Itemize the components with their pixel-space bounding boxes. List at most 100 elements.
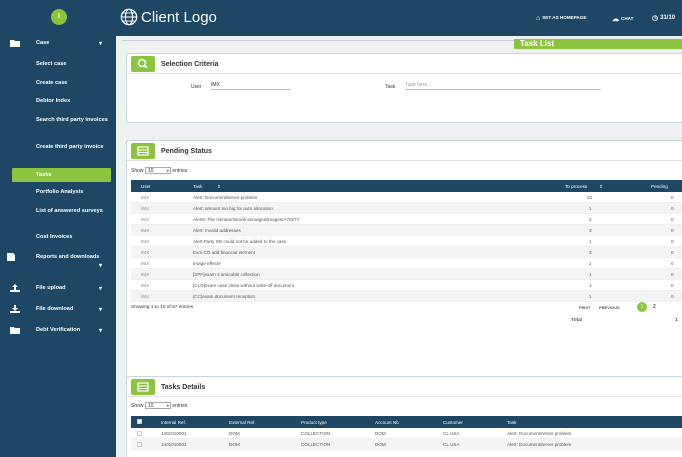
sidebar-item-reports-downloads[interactable]: Reports and downloads ▾ xyxy=(0,253,116,269)
sidebar-item-label: Portfolio Analysis xyxy=(36,189,84,195)
row-checkbox[interactable] xyxy=(137,431,142,436)
sidebar-item-cost-invoices[interactable]: Cost Invoices xyxy=(36,234,112,240)
tab-task-list[interactable]: Task List xyxy=(514,39,682,49)
cell-pending: 0 xyxy=(671,217,674,222)
sidebar-item-search-third-party-invoices[interactable]: Search third party invoices xyxy=(36,116,112,124)
cell-to-process: 1 xyxy=(589,239,592,244)
card-header: Selection Criteria xyxy=(127,54,682,74)
cell-pending: 0 xyxy=(671,195,674,200)
sidebar-item-tasks[interactable]: Tasks xyxy=(36,172,112,178)
table-row[interactable]: IMX Alert: DocumentServer problem 22 0 xyxy=(131,192,682,203)
cell-task: Alert: DocumentServer problem xyxy=(193,195,258,200)
pending-status-card: Pending Status Show 10 ▾ entries User Tas… xyxy=(126,140,682,388)
set-homepage-button[interactable]: ⌂ SET AS HOMEPAGE xyxy=(536,15,586,22)
pager-previous[interactable]: PREVIOUS xyxy=(599,305,620,310)
column-header-task[interactable]: Task xyxy=(507,420,516,425)
sidebar-item-debt-verification[interactable]: Debt Verification ▾ xyxy=(0,327,116,334)
cell-task: Alerte: File /senam/intra/imx/images/ima… xyxy=(193,217,300,222)
entries-select-value: 10 xyxy=(147,168,154,174)
table-row[interactable]: IMX Alert:Party SR could not be added to… xyxy=(131,236,682,247)
client-logo: Client Logo xyxy=(141,9,217,26)
cell-task: Exm CO add financial element xyxy=(193,250,256,255)
table-row[interactable]: 1401010001 DOM COLLECTION DOM CL USA Ale… xyxy=(131,428,682,439)
sidebar-item-file-upload[interactable]: File upload ▾ xyxy=(0,284,116,292)
table-row[interactable]: IMX Exm CO add financial element 3 0 xyxy=(131,247,682,258)
pager-first[interactable]: FIRST xyxy=(579,305,591,310)
sidebar-item-label: Case xyxy=(36,40,50,46)
sidebar-item-case[interactable]: Case ▾ xyxy=(0,40,116,47)
table-row[interactable]: IMX [CC]exam document reception 1 0 xyxy=(131,291,682,302)
sidebar-item-create-case[interactable]: Create case xyxy=(36,80,112,86)
table-row[interactable]: IMX Alerte: File /senam/intra/imx/images… xyxy=(131,214,682,225)
sidebar-item-select-case[interactable]: Select case xyxy=(36,61,112,67)
column-header-internal-ref[interactable]: Internal Ref. xyxy=(161,420,186,425)
cell-to-process: 2 xyxy=(589,217,592,222)
entries-select[interactable]: 10 ▾ xyxy=(144,402,171,409)
cell-pending: 0 xyxy=(671,294,674,299)
cell-user: IMX xyxy=(141,239,150,244)
chevron-down-icon: ▾ xyxy=(166,168,169,173)
table-row[interactable]: 1401010001 DOM COLLECTION DOM CL USA Ale… xyxy=(131,439,682,450)
column-header-external-ref[interactable]: External Ref. xyxy=(229,420,256,425)
column-header-task[interactable]: Task xyxy=(193,184,202,189)
show-label: Show xyxy=(131,402,144,409)
folder-icon xyxy=(10,327,20,334)
column-header-to-process[interactable]: To process xyxy=(565,184,587,189)
select-all-checkbox[interactable] xyxy=(137,419,142,424)
cell-task: Alert: Invalid addresses xyxy=(193,228,241,233)
row-checkbox[interactable] xyxy=(137,442,142,447)
cell-user: IMX xyxy=(141,217,150,222)
chevron-down-icon: ▾ xyxy=(166,403,169,408)
cell-user: IMX xyxy=(141,250,150,255)
cell-task: [CLO]exam case close without write-off d… xyxy=(193,283,295,288)
sidebar-item-answered-surveys[interactable]: List of answered surveys xyxy=(36,207,112,215)
task-search-input[interactable]: Type here... xyxy=(405,82,601,90)
show-label: Show xyxy=(131,167,144,174)
cell-task: [CC]exam document reception xyxy=(193,294,256,299)
cell-to-process: 1 xyxy=(589,261,592,266)
cell-user: IMX xyxy=(141,195,150,200)
card-title: Tasks Details xyxy=(161,384,206,391)
pager-page-2[interactable]: 2 xyxy=(653,304,656,310)
total-label: Total xyxy=(571,318,583,323)
table-row[interactable]: IMX Alert: Invalid addresses 3 0 xyxy=(131,225,682,236)
entries-select-value: 10 xyxy=(147,403,154,409)
column-header-user[interactable]: User xyxy=(141,184,151,189)
user-field[interactable]: IMX xyxy=(211,82,291,90)
task-placeholder: Type here... xyxy=(405,82,432,88)
table-row[interactable]: IMX [SPF]exam 3 amicable collection 1 0 xyxy=(131,269,682,280)
chevron-down-icon: ▾ xyxy=(98,328,102,334)
sidebar-item-create-third-party-invoice[interactable]: Create third party invoice xyxy=(36,143,112,151)
cell-to-process: 3 xyxy=(589,250,592,255)
sidebar-item-label: Create case xyxy=(36,80,68,86)
home-icon: ⌂ xyxy=(536,15,541,22)
table-row[interactable]: IMX Image effecte 1 0 xyxy=(131,258,682,269)
date-display: ◷ 31/10 xyxy=(652,14,675,22)
card-title: Selection Criteria xyxy=(161,61,219,68)
sidebar-item-portfolio-analysis[interactable]: Portfolio Analysis xyxy=(36,189,112,195)
entries-length-control: Show 10 ▾ entries xyxy=(131,402,187,409)
table-row[interactable]: IMX [CLO]exam case close without write-o… xyxy=(131,280,682,291)
chat-icon: ☁ xyxy=(612,16,619,23)
total-value: 1 xyxy=(675,318,678,323)
column-header-pending[interactable]: Pending xyxy=(651,184,668,189)
cell-to-process: 1 xyxy=(589,272,592,277)
sidebar-item-debtor-index[interactable]: Debtor Index xyxy=(36,98,112,104)
entries-select[interactable]: 10 ▾ xyxy=(144,167,171,174)
top-header: Client Logo ⌂ SET AS HOMEPAGE ☁ CHAT ◷ 31/1… xyxy=(116,0,682,36)
user-avatar[interactable]: I xyxy=(51,9,67,25)
date-label: 31/10 xyxy=(660,15,676,21)
column-header-customer[interactable]: Customer xyxy=(443,420,463,425)
chat-button[interactable]: ☁ CHAT xyxy=(612,15,633,23)
pending-table-header: User Task ⇕ To process ⇕ Pending xyxy=(131,180,682,192)
pager-page-current[interactable]: 1 xyxy=(637,302,647,312)
sidebar-item-label: Create third party invoice xyxy=(36,144,104,150)
cell-to-process: 22 xyxy=(587,195,593,200)
cell-to-process: 1 xyxy=(589,294,592,299)
table-row[interactable]: IMX Alert: amount too big for auto alloc… xyxy=(131,203,682,214)
sidebar-item-file-download[interactable]: File download ▾ xyxy=(0,305,116,313)
column-header-account-nb[interactable]: Account Nb xyxy=(375,420,399,425)
search-icon xyxy=(131,56,155,72)
cell-pending: 0 xyxy=(671,283,674,288)
column-header-product-type[interactable]: Product type xyxy=(301,420,327,425)
